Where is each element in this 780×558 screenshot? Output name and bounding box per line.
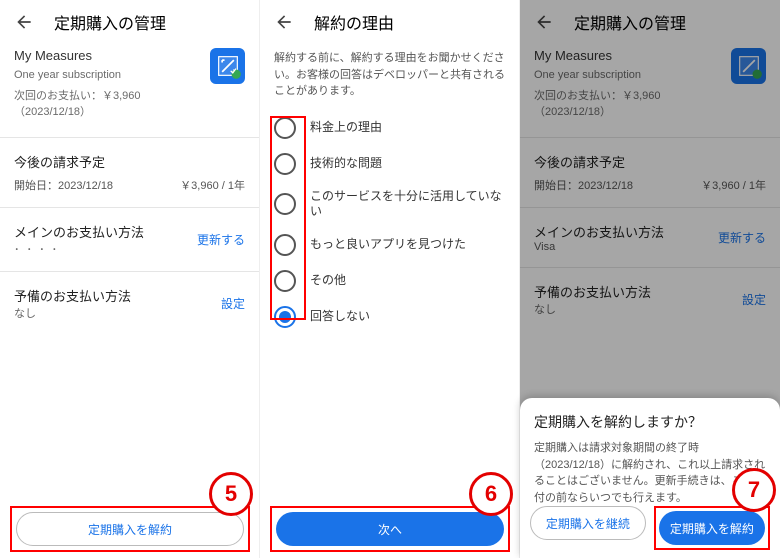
sheet-buttons: 定期購入を継続 定期購入を解約: [530, 506, 770, 550]
topbar: 定期購入の管理: [0, 0, 259, 44]
pane-reason: 解約の理由 解約する前に、解約する理由をお聞かせください。お客様の回答はデベロッ…: [260, 0, 520, 558]
reason-label: 技術的な問題: [310, 156, 382, 172]
reason-label: このサービスを十分に活用していない: [310, 189, 505, 220]
back-icon[interactable]: [12, 10, 36, 34]
update-link[interactable]: 更新する: [197, 231, 245, 248]
section-title: 予備のお支払い方法: [14, 286, 131, 305]
card-mask: ･ ･ ･ ･: [14, 241, 144, 257]
page-title: 定期購入の管理: [54, 10, 166, 34]
app-name: My Measures: [14, 48, 210, 63]
cancel-subscription-button[interactable]: 定期購入を解約: [659, 511, 765, 545]
step-badge-5: 5: [209, 472, 253, 516]
backup-payment-section: 予備のお支払い方法 なし 設定: [0, 278, 259, 329]
set-link[interactable]: 設定: [221, 295, 245, 312]
step-badge-7: 7: [732, 468, 776, 512]
section-title: 今後の請求予定: [14, 152, 245, 171]
topbar: 解約の理由: [260, 0, 519, 44]
section-title: メインのお支払い方法: [14, 222, 144, 241]
reason-label: その他: [310, 273, 346, 289]
step-badge-6: 6: [469, 472, 513, 516]
cancel-subscription-button[interactable]: 定期購入を解約: [16, 512, 244, 546]
back-icon[interactable]: [272, 10, 296, 34]
next-button-frame: 次へ: [270, 506, 510, 552]
reason-label: 回答しない: [310, 309, 370, 325]
cancel-button-frame: 定期購入を解約: [10, 506, 250, 552]
schedule-price: ￥3,960 / 1年: [180, 177, 245, 193]
page-title: 解約の理由: [314, 10, 394, 34]
highlight-radios: [270, 116, 306, 320]
sheet-description: 定期購入は請求対象期間の終了時（2023/12/18）に解約され、これ以上請求さ…: [534, 440, 766, 506]
cancel-button-highlight: 定期購入を解約: [654, 506, 770, 550]
sheet-title: 定期購入を解約しますか？: [534, 412, 766, 432]
sub-line: One year subscription: [14, 67, 210, 84]
reason-label: 料金上の理由: [310, 120, 382, 136]
continue-subscription-button[interactable]: 定期購入を継続: [530, 506, 646, 540]
pane-confirm: 定期購入の管理 My Measures One year subscriptio…: [520, 0, 780, 558]
schedule-section: 今後の請求予定 開始日：2023/12/18 ￥3,960 / 1年: [0, 144, 259, 201]
schedule-start: 開始日：2023/12/18: [14, 177, 113, 193]
app-icon: [210, 48, 245, 84]
reason-label: もっと良いアプリを見つけた: [310, 237, 466, 253]
subscription-block: My Measures One year subscription 次回のお支払…: [0, 44, 259, 131]
pane-manage: 定期購入の管理 My Measures One year subscriptio…: [0, 0, 260, 558]
reason-description: 解約する前に、解約する理由をお聞かせください。お客様の回答はデベロッパーと共有さ…: [260, 44, 519, 110]
next-pay: 次回のお支払い：￥3,960（2023/12/18）: [14, 88, 210, 121]
next-button[interactable]: 次へ: [276, 512, 504, 546]
backup-value: なし: [14, 305, 131, 321]
main-payment-section: メインのお支払い方法 ･ ･ ･ ･ 更新する: [0, 214, 259, 265]
